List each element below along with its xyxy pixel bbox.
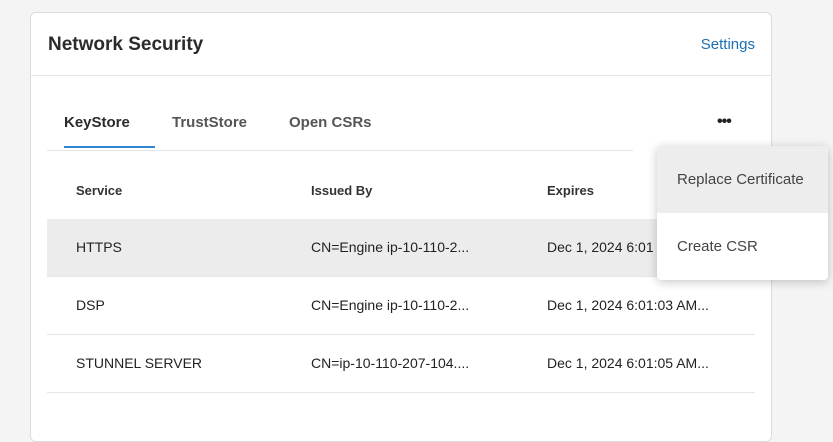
menu-item-create-csr[interactable]: Create CSR xyxy=(657,213,828,280)
table-row[interactable]: DSP CN=Engine ip-10-110-2... Dec 1, 2024… xyxy=(47,277,755,335)
tab-bar: KeyStore TrustStore Open CSRs xyxy=(47,110,633,151)
cell-service: STUNNEL SERVER xyxy=(76,355,203,371)
table-header: Service Issued By Expires xyxy=(47,161,755,219)
column-header-issued-by[interactable]: Issued By xyxy=(311,183,372,198)
more-horizontal-icon[interactable]: ••• xyxy=(717,113,732,131)
cell-service: HTTPS xyxy=(76,239,122,255)
cell-issued-by: CN=Engine ip-10-110-2... xyxy=(311,297,470,313)
table-row[interactable]: HTTPS CN=Engine ip-10-110-2... Dec 1, 20… xyxy=(47,219,755,277)
menu-item-replace-certificate[interactable]: Replace Certificate xyxy=(657,146,828,213)
tab-open-csrs[interactable]: Open CSRs xyxy=(289,110,372,148)
settings-link[interactable]: Settings xyxy=(701,36,755,53)
column-header-expires[interactable]: Expires xyxy=(547,183,594,198)
table-row[interactable]: STUNNEL SERVER CN=ip-10-110-207-104.... … xyxy=(47,335,755,393)
certificates-table: Service Issued By Expires HTTPS CN=Engin… xyxy=(47,161,755,393)
cell-issued-by: CN=Engine ip-10-110-2... xyxy=(311,239,470,255)
tab-truststore[interactable]: TrustStore xyxy=(172,110,247,148)
cell-expires: Dec 1, 2024 6:01:03 AM... xyxy=(547,297,709,313)
cell-expires: Dec 1, 2024 6:01:05 AM... xyxy=(547,355,709,371)
card-title: Network Security xyxy=(48,34,204,55)
cell-issued-by: CN=ip-10-110-207-104.... xyxy=(311,355,470,371)
column-header-service[interactable]: Service xyxy=(76,183,122,198)
cell-service: DSP xyxy=(76,297,105,313)
cell-expires: Dec 1, 2024 6:01 xyxy=(547,239,654,255)
tab-keystore[interactable]: KeyStore xyxy=(64,110,155,148)
card-header: Network Security Settings xyxy=(31,13,771,76)
actions-dropdown-menu: Replace Certificate Create CSR xyxy=(657,146,828,280)
